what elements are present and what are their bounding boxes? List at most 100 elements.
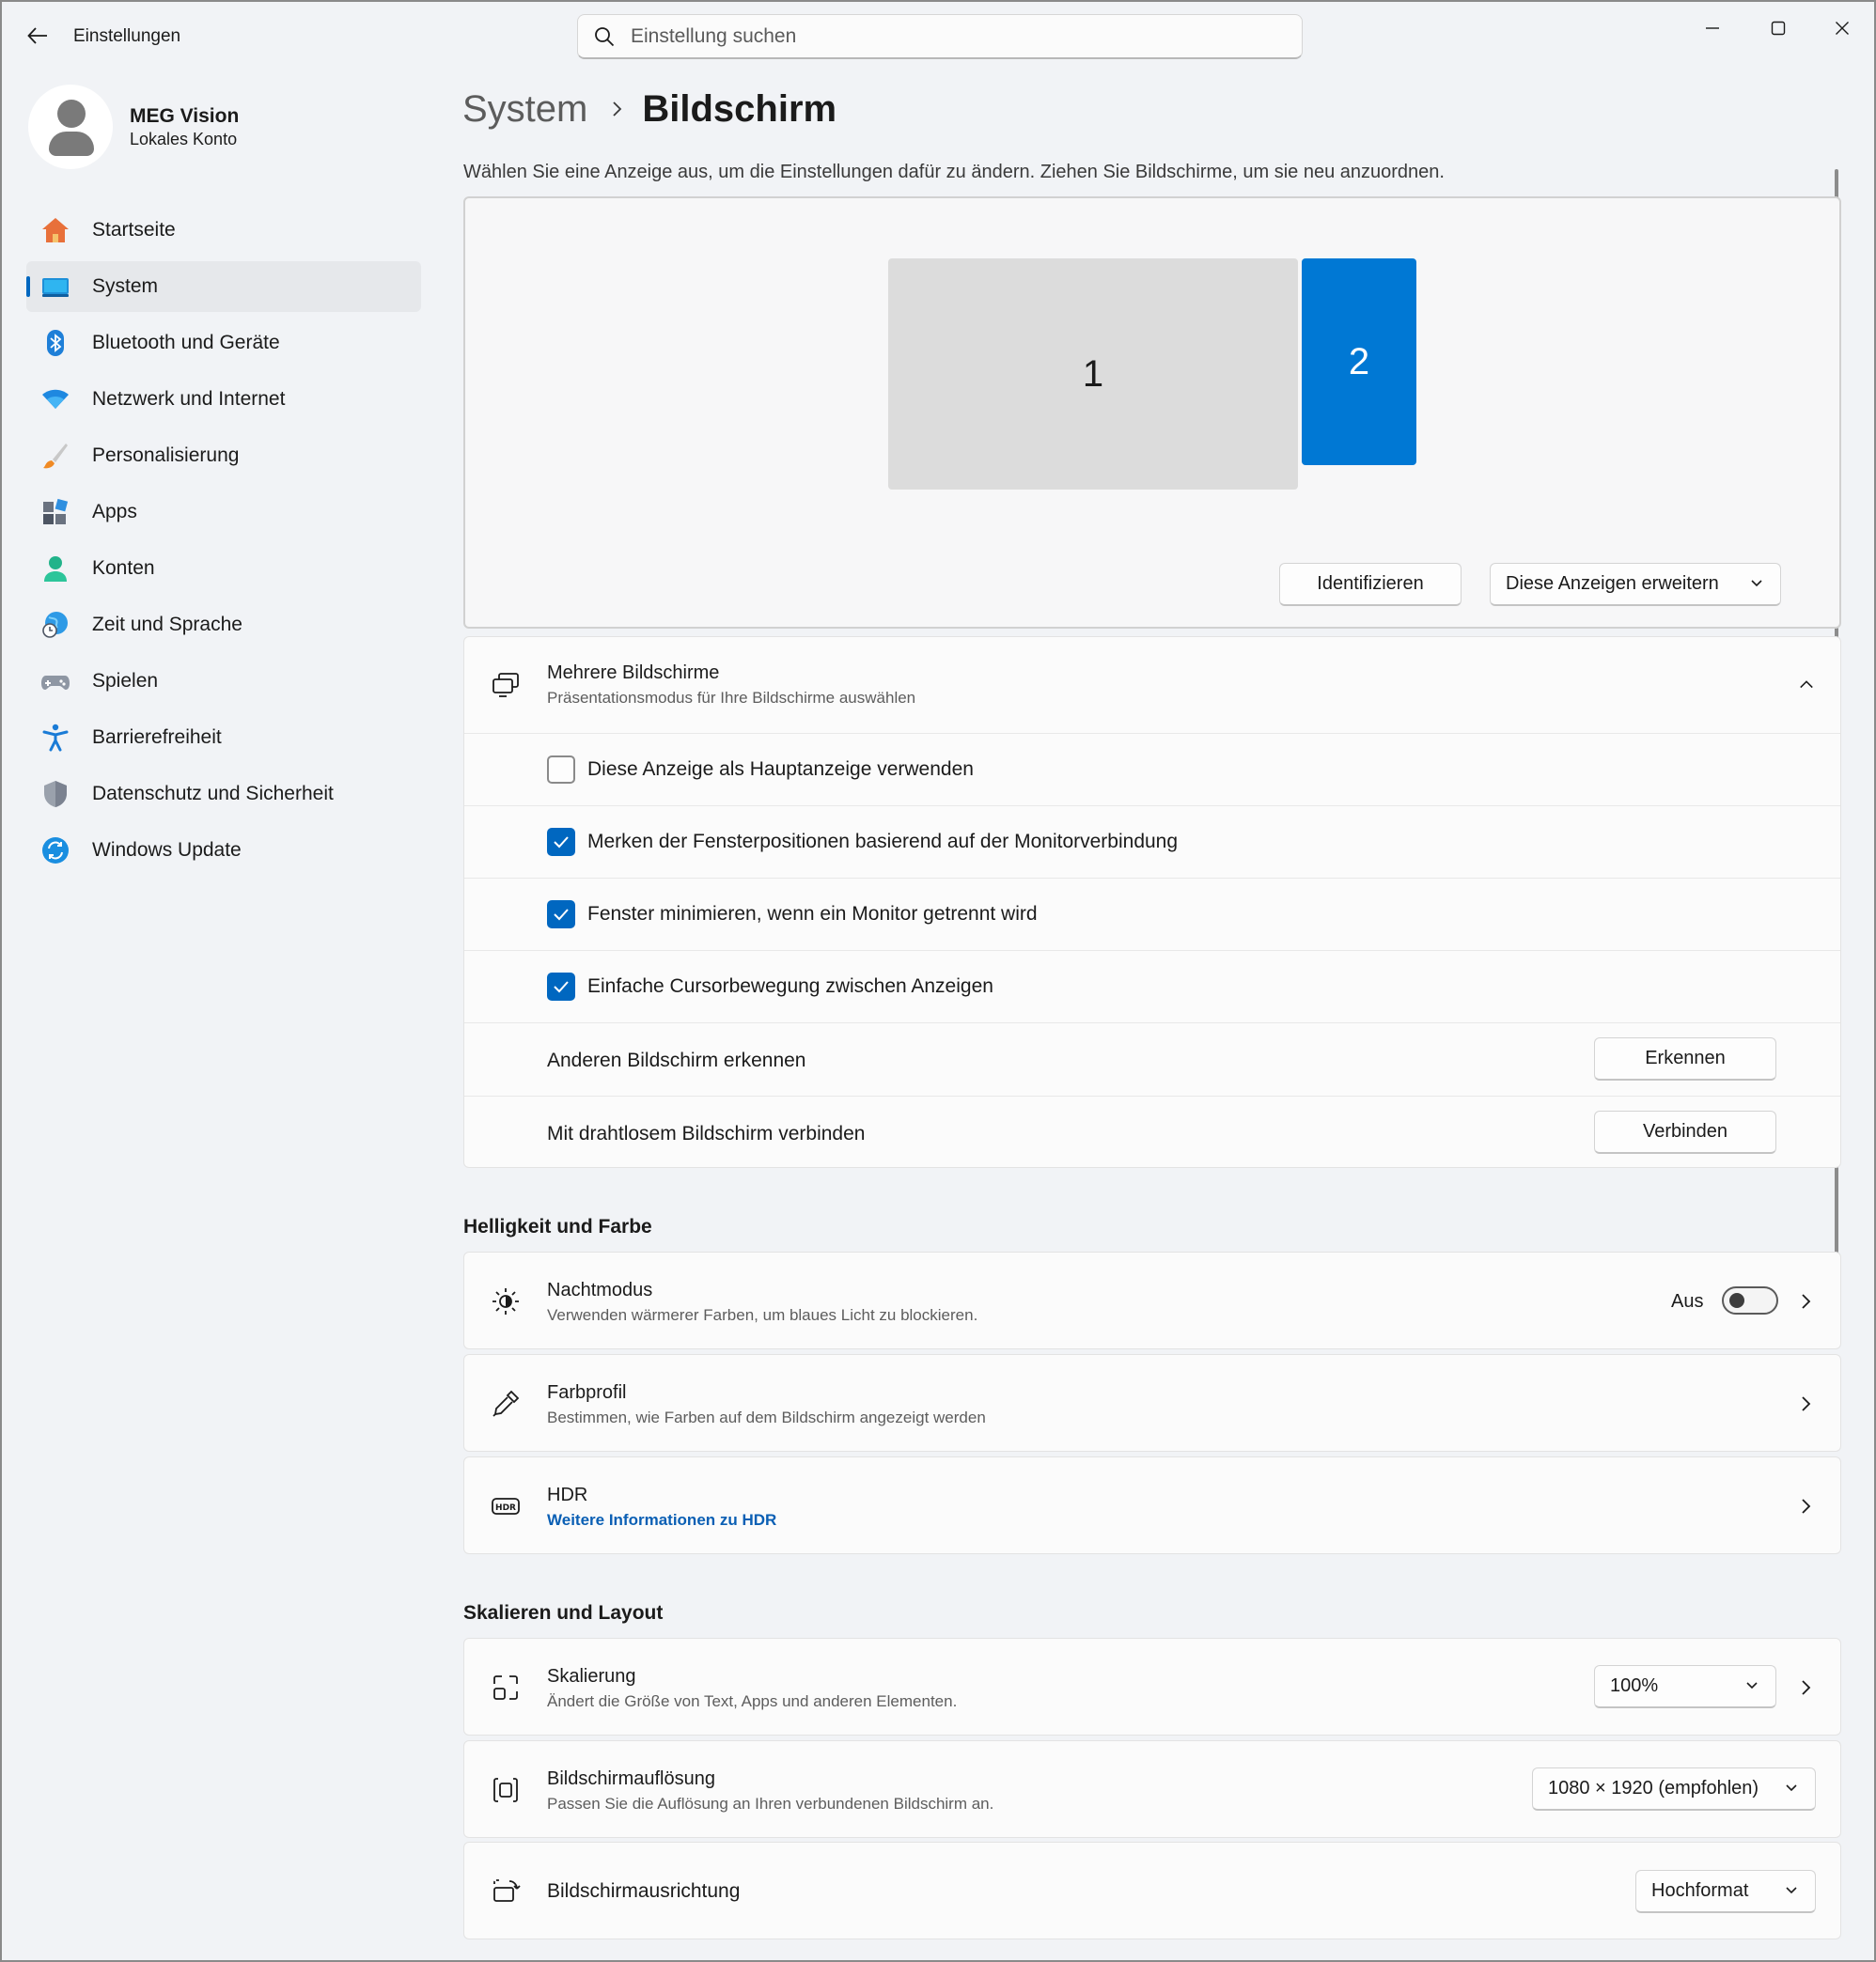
avatar [28,85,113,169]
maximize-button[interactable] [1750,9,1806,47]
monitor-2-label: 2 [1348,340,1370,382]
display-mode-dropdown[interactable]: Diese Anzeigen erweitern [1490,563,1781,606]
globe-clock-icon [39,609,71,641]
checkbox-minimize-windows[interactable] [547,900,575,928]
option-row-cursor-movement: Einfache Cursorbewegung zwischen Anzeige… [464,950,1840,1022]
sidebar-item-barrierefreiheit[interactable]: Barrierefreiheit [26,712,421,763]
resolution-dropdown[interactable]: 1080 × 1920 (empfohlen) [1532,1767,1816,1811]
apps-icon [39,496,71,528]
checkbox-minimize-windows-label[interactable]: Fenster minimieren, wenn ein Monitor get… [587,903,1038,926]
bluetooth-icon [39,327,71,359]
sidebar-item-bluetooth[interactable]: Bluetooth und Geräte [26,318,421,368]
sidebar-item-personalisierung[interactable]: Personalisierung [26,430,421,481]
display-arrangement-panel: 1 2 Identifizieren Diese Anzeigen erweit… [463,196,1841,629]
chevron-right-icon [1799,1290,1814,1313]
arrow-left-icon [27,27,47,44]
night-mode-subtitle: Verwenden wärmerer Farben, um blaues Lic… [547,1306,978,1324]
resolution-value: 1080 × 1920 (empfohlen) [1548,1778,1759,1798]
back-button[interactable] [21,19,55,53]
sidebar-item-system[interactable]: System [26,261,421,312]
account-icon [39,553,71,584]
close-button[interactable] [1814,9,1870,47]
chevron-right-icon [612,101,623,117]
night-mode-toggle[interactable] [1722,1286,1778,1315]
chevron-right-icon [1799,1676,1814,1699]
hdr-card[interactable]: HDR HDR Weitere Informationen zu HDR [463,1456,1841,1554]
night-light-icon [489,1285,523,1318]
sidebar-item-apps[interactable]: Apps [26,487,421,537]
detect-display-row: Anderen Bildschirm erkennen Erkennen [464,1022,1840,1096]
night-mode-card[interactable]: Nachtmodus Verwenden wärmerer Farben, um… [463,1252,1841,1349]
minimize-icon [1706,27,1719,29]
shield-icon [39,778,71,810]
resolution-subtitle: Passen Sie die Auflösung an Ihren verbun… [547,1795,994,1813]
sidebar-item-konten[interactable]: Konten [26,543,421,594]
sidebar-item-windows-update[interactable]: Windows Update [26,825,421,876]
option-row-remember-positions: Merken der Fensterpositionen basierend a… [464,805,1840,878]
sidebar-item-zeit-sprache[interactable]: Zeit und Sprache [26,600,421,650]
color-profile-title: Farbprofil [547,1382,627,1403]
wireless-display-row: Mit drahtlosem Bildschirm verbinden Verb… [464,1096,1840,1169]
gamepad-icon [39,665,71,697]
display-mode-value: Diese Anzeigen erweitern [1506,573,1719,594]
search-input[interactable]: Einstellung suchen [577,14,1303,59]
scale-title: Skalierung [547,1666,636,1687]
sidebar-item-netzwerk[interactable]: Netzwerk und Internet [26,374,421,425]
multiple-displays-card: Mehrere Bildschirme Präsentationsmodus f… [463,636,1841,1168]
checkbox-remember-positions[interactable] [547,828,575,856]
checkbox-cursor-movement[interactable] [547,973,575,1001]
checkbox-remember-positions-label[interactable]: Merken der Fensterpositionen basierend a… [587,831,1178,853]
user-profile[interactable]: MEG Vision Lokales Konto [28,85,423,171]
maximize-icon [1771,21,1786,36]
scale-value: 100% [1610,1675,1659,1696]
close-icon [1836,22,1849,35]
multiple-displays-header[interactable]: Mehrere Bildschirme Präsentationsmodus f… [464,637,1840,733]
brush-icon [39,440,71,472]
option-row-main-display: Diese Anzeige als Hauptanzeige verwenden [464,733,1840,805]
sidebar-item-spielen[interactable]: Spielen [26,656,421,707]
hdr-icon: HDR [489,1489,523,1523]
detect-display-label: Anderen Bildschirm erkennen [547,1050,806,1071]
chevron-down-icon [1786,1784,1797,1792]
connect-button[interactable]: Verbinden [1594,1111,1776,1154]
orientation-dropdown[interactable]: Hochformat [1635,1870,1816,1913]
multiple-displays-title: Mehrere Bildschirme [547,662,720,683]
minimize-button[interactable] [1684,9,1741,47]
hdr-info-link[interactable]: Weitere Informationen zu HDR [547,1511,776,1530]
search-placeholder: Einstellung suchen [631,24,797,47]
chevron-down-icon [1751,580,1762,587]
breadcrumb-parent[interactable]: System [462,88,587,131]
scale-dropdown[interactable]: 100% [1594,1665,1776,1708]
sidebar-item-datenschutz[interactable]: Datenschutz und Sicherheit [26,769,421,819]
monitor-2[interactable]: 2 [1302,258,1416,465]
option-row-minimize-windows: Fenster minimieren, wenn ein Monitor get… [464,878,1840,950]
color-profile-card[interactable]: Farbprofil Bestimmen, wie Farben auf dem… [463,1354,1841,1452]
chevron-right-icon [1799,1393,1814,1415]
identify-button[interactable]: Identifizieren [1279,563,1462,606]
orientation-card: Bildschirmausrichtung Hochformat [463,1842,1841,1939]
monitor-1[interactable]: 1 [888,258,1298,490]
scale-card[interactable]: Skalierung Ändert die Größe von Text, Ap… [463,1638,1841,1736]
system-monitor-icon [39,271,71,303]
breadcrumb: System Bildschirm [462,83,836,135]
checkbox-main-display-label[interactable]: Diese Anzeige als Hauptanzeige verwenden [587,758,974,781]
color-profile-subtitle: Bestimmen, wie Farben auf dem Bildschirm… [547,1409,986,1426]
title-bar: Einstellungen Einstellung suchen [2,2,1874,73]
settings-window: Einstellungen Einstellung suchen MEG Vis… [0,0,1876,1962]
profile-account-type: Lokales Konto [130,130,238,148]
orientation-title: Bildschirmausrichtung [547,1880,741,1902]
sidebar-item-startseite[interactable]: Startseite [26,205,421,256]
checkmark-icon [554,981,569,993]
multiple-displays-icon [489,668,523,702]
scale-icon [489,1671,523,1705]
detect-button[interactable]: Erkennen [1594,1037,1776,1081]
accessibility-icon [39,722,71,754]
checkbox-cursor-movement-label[interactable]: Einfache Cursorbewegung zwischen Anzeige… [587,975,993,998]
section-heading-scale-layout: Skalieren und Layout [463,1602,664,1624]
sidebar-nav: Startseite System Bluetooth und Geräte N… [26,205,421,881]
chevron-down-icon [1746,1682,1758,1690]
resolution-card: Bildschirmauflösung Passen Sie die Auflö… [463,1740,1841,1838]
checkbox-main-display[interactable] [547,755,575,784]
wifi-icon [39,383,71,415]
resolution-icon [489,1773,523,1807]
